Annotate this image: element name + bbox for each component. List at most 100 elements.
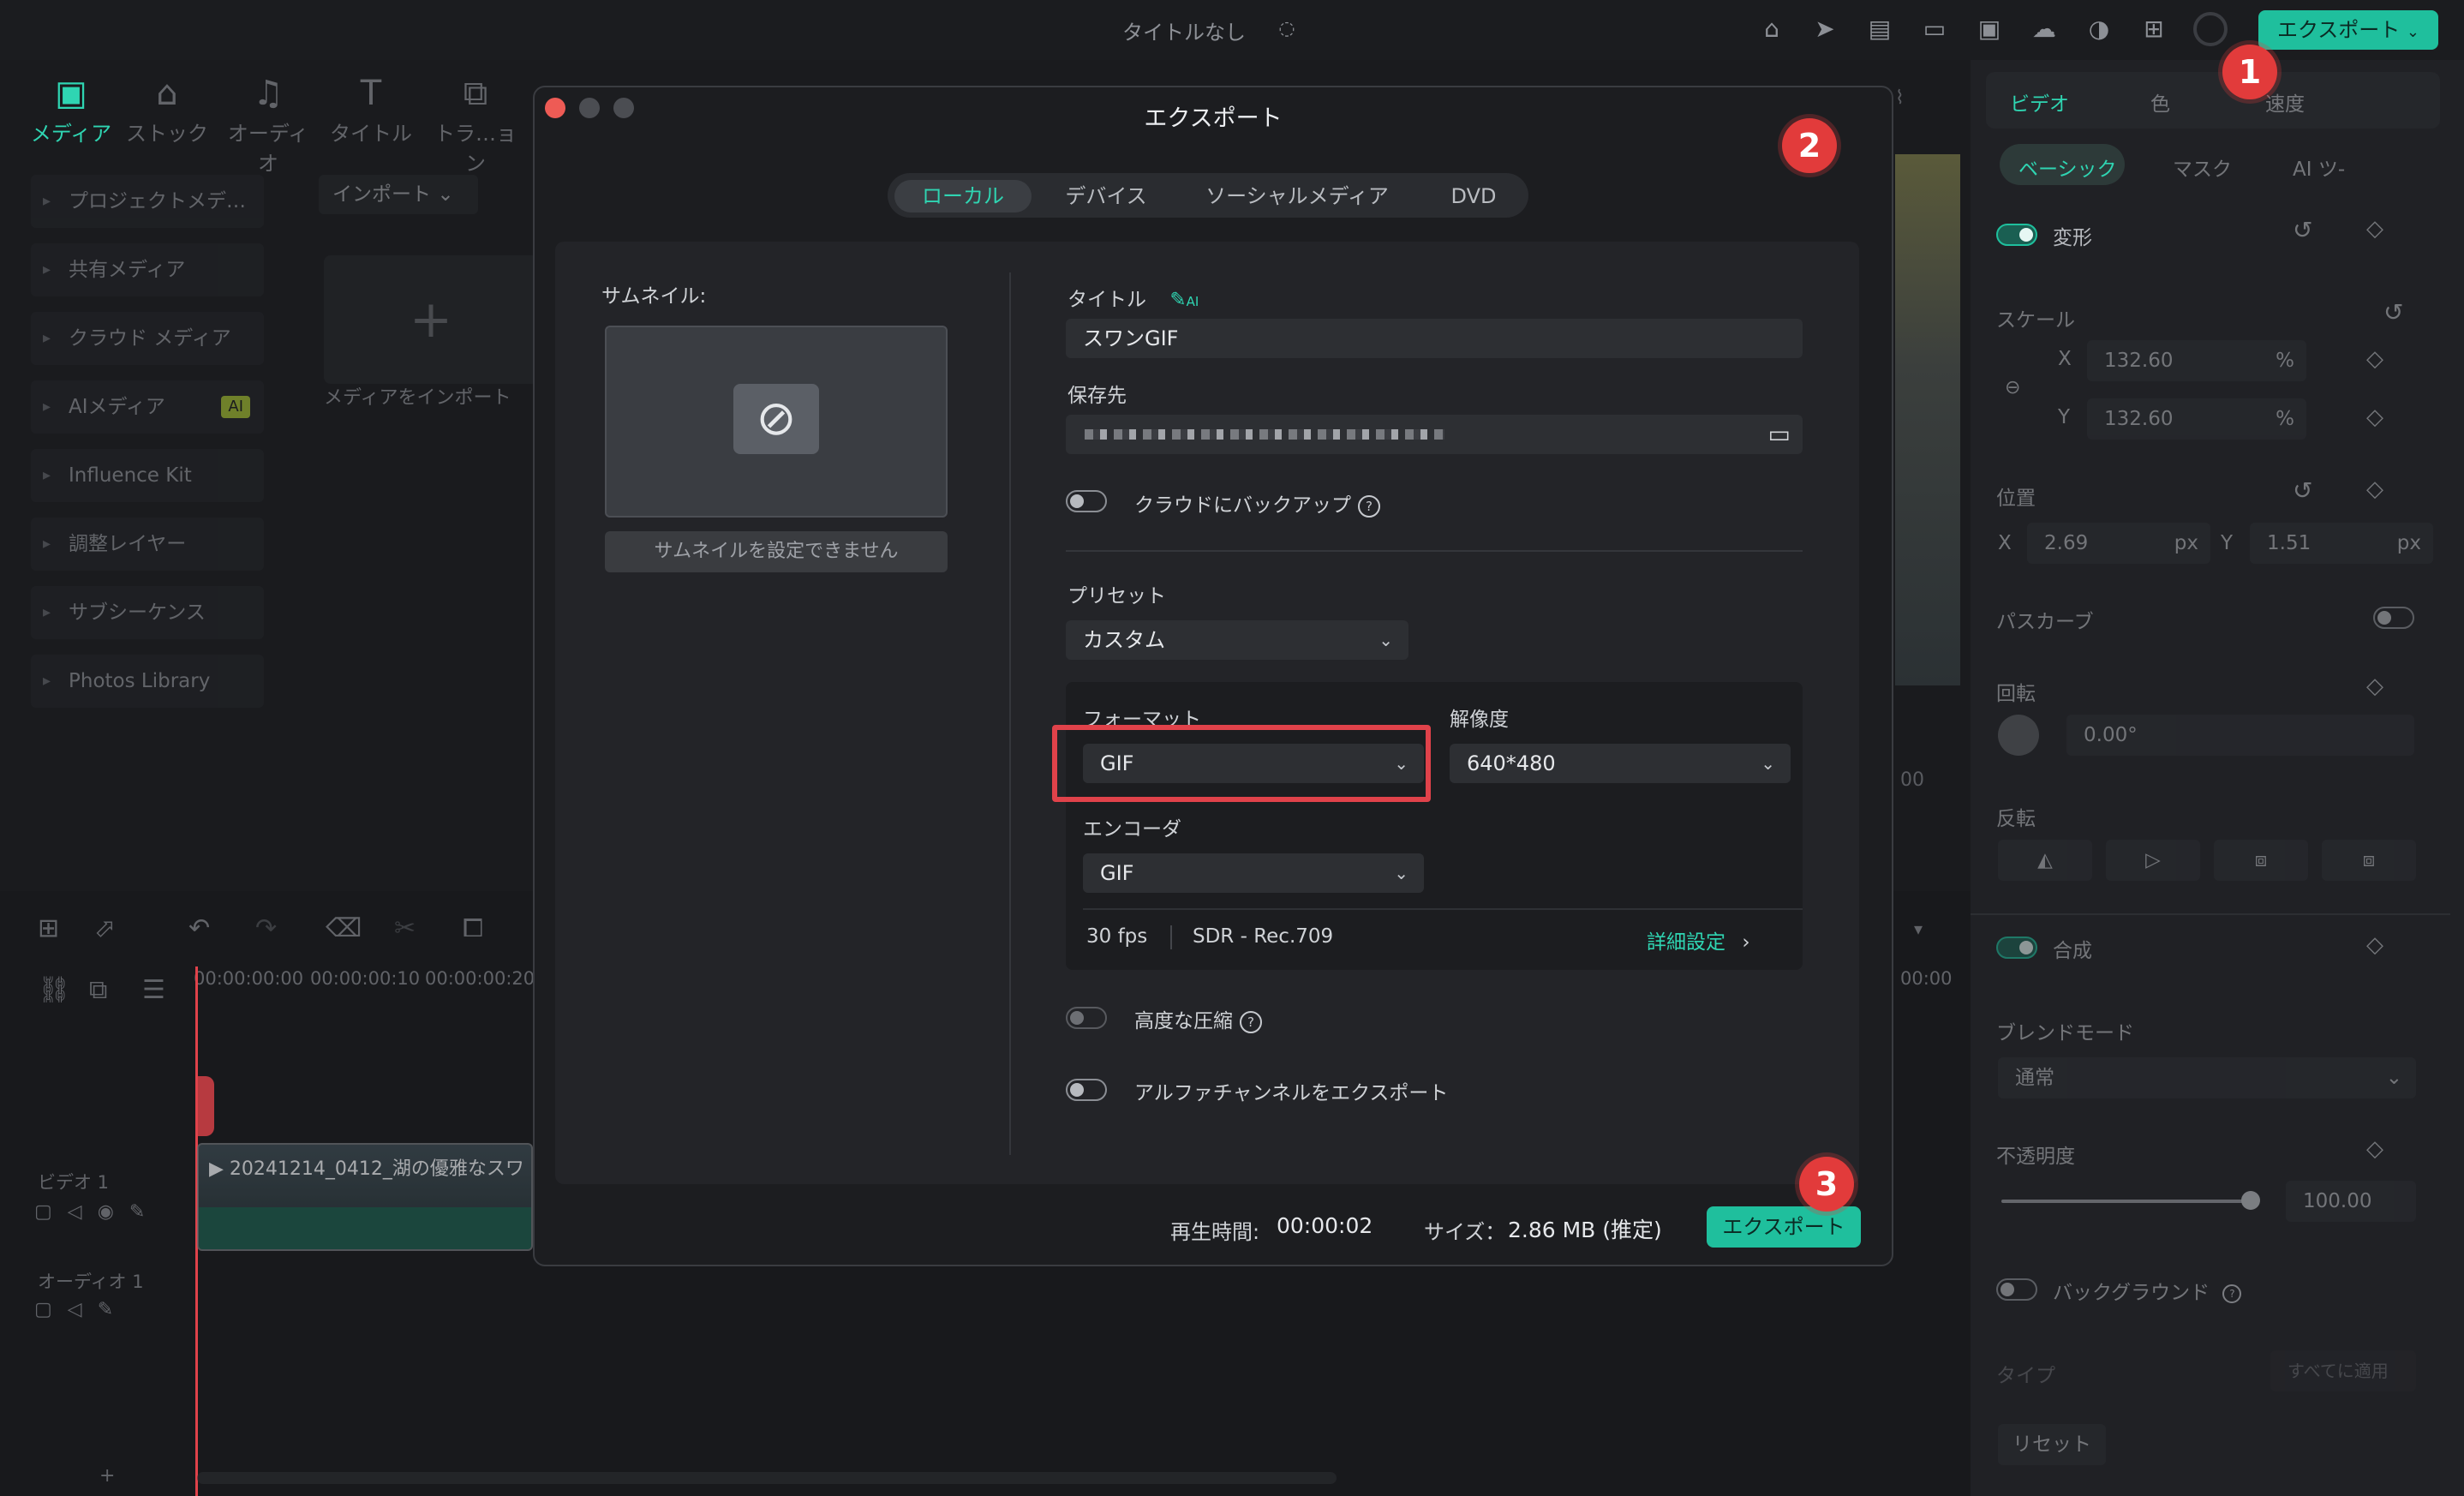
send-icon[interactable]: ➤ <box>1809 14 1840 45</box>
apps-grid-icon[interactable]: ⊞ <box>2138 14 2169 45</box>
opacity-input[interactable]: 100.00 <box>2286 1181 2416 1222</box>
keyframe-icon[interactable]: ◇ <box>2366 404 2383 430</box>
thumbnail-set-button[interactable]: サムネイルを設定できません <box>605 531 948 572</box>
path-curve-toggle[interactable] <box>2373 607 2414 629</box>
tab-social-media[interactable]: ソーシャルメディア <box>1186 180 1408 212</box>
reset-icon[interactable]: ↺ <box>2383 298 2403 326</box>
rotation-input[interactable]: 0.00° <box>2066 715 2414 756</box>
keyframe-icon[interactable]: ◇ <box>2366 932 2383 958</box>
position-y-input[interactable]: 1.51 px <box>2250 523 2433 564</box>
blend-mode-select[interactable]: 通常 ⌄ <box>1998 1057 2416 1098</box>
toolbar-media[interactable]: ▣ メディア <box>24 74 118 147</box>
keyframe-icon[interactable]: ◇ <box>2366 673 2383 699</box>
toolbar-transition[interactable]: ⧉ トラ…ョン <box>428 74 523 177</box>
sidebar-item-ai-media[interactable]: AIメディア AI <box>31 380 264 434</box>
rotate-right-button[interactable]: ⧈ <box>2322 840 2416 881</box>
rotation-dial[interactable] <box>1998 715 2039 756</box>
toolbar-stock[interactable]: ⌂ ストック <box>120 74 214 147</box>
undo-icon[interactable]: ↶ <box>188 913 210 943</box>
composite-toggle[interactable] <box>1996 936 2037 959</box>
save-location-input[interactable]: ▭ <box>1066 415 1803 454</box>
sidebar-item-photos-library[interactable]: Photos Library <box>31 655 264 708</box>
keyframe-icon[interactable]: ◇ <box>2366 216 2383 242</box>
tab-dvd[interactable]: DVD <box>1419 180 1528 212</box>
reset-icon[interactable]: ↺ <box>2293 476 2312 505</box>
avatar[interactable] <box>2193 12 2228 46</box>
help-icon[interactable]: ? <box>2222 1284 2242 1303</box>
chevron-down-icon[interactable]: ▾ <box>1914 919 1923 939</box>
tab-color[interactable]: 色 <box>2150 87 2170 117</box>
track-icon[interactable]: ☰ <box>142 975 165 1005</box>
audio-track-controls[interactable]: ▢◁✎ <box>34 1299 129 1320</box>
crop-icon[interactable]: ⧠ <box>463 913 483 943</box>
cloud-status-icon[interactable]: ◌ <box>1271 14 1302 45</box>
resolution-select[interactable]: 640*480 ⌄ <box>1450 744 1791 783</box>
high-compression-toggle[interactable] <box>1066 1007 1107 1029</box>
keyframe-icon[interactable]: ◇ <box>2366 1136 2383 1162</box>
tab-video[interactable]: ビデオ <box>2010 87 2069 117</box>
keyframe-icon[interactable]: ◇ <box>2366 346 2383 372</box>
lock-icon[interactable]: ⊖ <box>2005 377 2020 398</box>
maximize-window-icon[interactable] <box>613 98 634 118</box>
encoder-select[interactable]: GIF ⌄ <box>1083 853 1424 893</box>
ai-edit-icon[interactable]: ✎AI <box>1169 289 1199 311</box>
cloud-icon[interactable]: ☁ <box>2029 14 2060 45</box>
sidebar-item-project-media[interactable]: プロジェクトメデ… <box>31 175 264 228</box>
export-button[interactable]: エクスポート <box>1707 1206 1861 1248</box>
subtab-ai-tools[interactable]: AI ツ- <box>2293 153 2345 182</box>
flip-horizontal-button[interactable]: ◭ <box>1998 840 2092 881</box>
reset-button[interactable]: リセット <box>1998 1424 2106 1465</box>
opacity-slider[interactable] <box>2001 1191 2260 1210</box>
video-track-controls[interactable]: ▢◁◉✎ <box>34 1201 160 1223</box>
subtab-basic[interactable]: ベーシック <box>2018 153 2117 182</box>
playhead-marker[interactable] <box>195 1076 214 1136</box>
top-export-button[interactable]: エクスポート ⌄ <box>2258 10 2438 50</box>
headset-icon[interactable]: ◑ <box>2084 14 2114 45</box>
help-icon[interactable]: ? <box>1240 1010 1262 1033</box>
transform-toggle[interactable] <box>1996 224 2037 246</box>
scale-x-input[interactable]: 132.60% <box>2087 340 2306 381</box>
subtab-mask[interactable]: マスク <box>2173 153 2232 182</box>
title-input[interactable]: スワンGIF <box>1066 319 1803 358</box>
alpha-channel-toggle[interactable] <box>1066 1079 1107 1101</box>
preset-select[interactable]: カスタム ⌄ <box>1066 620 1408 660</box>
cloud-backup-toggle[interactable] <box>1066 490 1107 512</box>
position-x-input[interactable]: 2.69 px <box>2027 523 2210 564</box>
template-icon[interactable]: ▤ <box>1864 14 1895 45</box>
sidebar-item-cloud-media[interactable]: クラウド メディア <box>31 312 264 365</box>
rotate-left-button[interactable]: ⧈ <box>2214 840 2308 881</box>
timeline-scrollbar[interactable] <box>197 1472 1337 1484</box>
sidebar-item-shared-media[interactable]: 共有メディア <box>31 243 264 296</box>
tab-device[interactable]: デバイス <box>1044 180 1169 212</box>
add-track-icon[interactable]: + <box>99 1465 115 1487</box>
gift-icon[interactable]: ⌂ <box>1756 14 1787 45</box>
cut-icon[interactable]: ✂ <box>394 913 416 943</box>
folder-icon[interactable]: ▭ <box>1768 420 1791 448</box>
import-media-tile[interactable]: + <box>324 255 538 384</box>
import-dropdown[interactable]: インポート ⌄ <box>319 175 478 214</box>
group-icon[interactable]: ⧉ <box>89 975 107 1005</box>
close-window-icon[interactable] <box>545 98 565 118</box>
redo-icon[interactable]: ↷ <box>255 913 277 943</box>
help-icon[interactable]: ? <box>1358 494 1380 518</box>
sidebar-item-influence-kit[interactable]: Influence Kit <box>31 449 264 502</box>
select-tool-icon[interactable]: ⬀ <box>94 913 116 943</box>
flip-vertical-button[interactable]: ▷ <box>2106 840 2200 881</box>
background-toggle[interactable] <box>1996 1278 2037 1301</box>
minimize-window-icon[interactable] <box>579 98 600 118</box>
advanced-settings-link[interactable]: 詳細設定 › <box>1647 925 1750 954</box>
apply-all-button[interactable]: すべてに適用 <box>2270 1350 2416 1391</box>
tab-local[interactable]: ローカル <box>894 180 1032 212</box>
toolbar-audio[interactable]: ♫ オーディオ <box>221 74 315 177</box>
keyframe-icon[interactable]: ◇ <box>2366 476 2383 502</box>
toolbar-title[interactable]: T タイトル <box>324 74 418 147</box>
delete-icon[interactable]: ⌫ <box>326 913 362 943</box>
reset-icon[interactable]: ↺ <box>2293 216 2312 244</box>
save-icon[interactable]: ▣ <box>1974 14 2005 45</box>
sidebar-item-subsequence[interactable]: サブシーケンス <box>31 586 264 639</box>
tab-speed[interactable]: 速度 <box>2265 87 2305 117</box>
layout-grid-icon[interactable]: ⊞ <box>38 913 59 943</box>
sidebar-item-adjustment-layer[interactable]: 調整レイヤー <box>31 518 264 571</box>
chart-icon[interactable]: ⌇ <box>1895 87 1926 110</box>
video-clip[interactable]: ▶ 20241214_0412_湖の優雅なスワ <box>197 1143 533 1251</box>
